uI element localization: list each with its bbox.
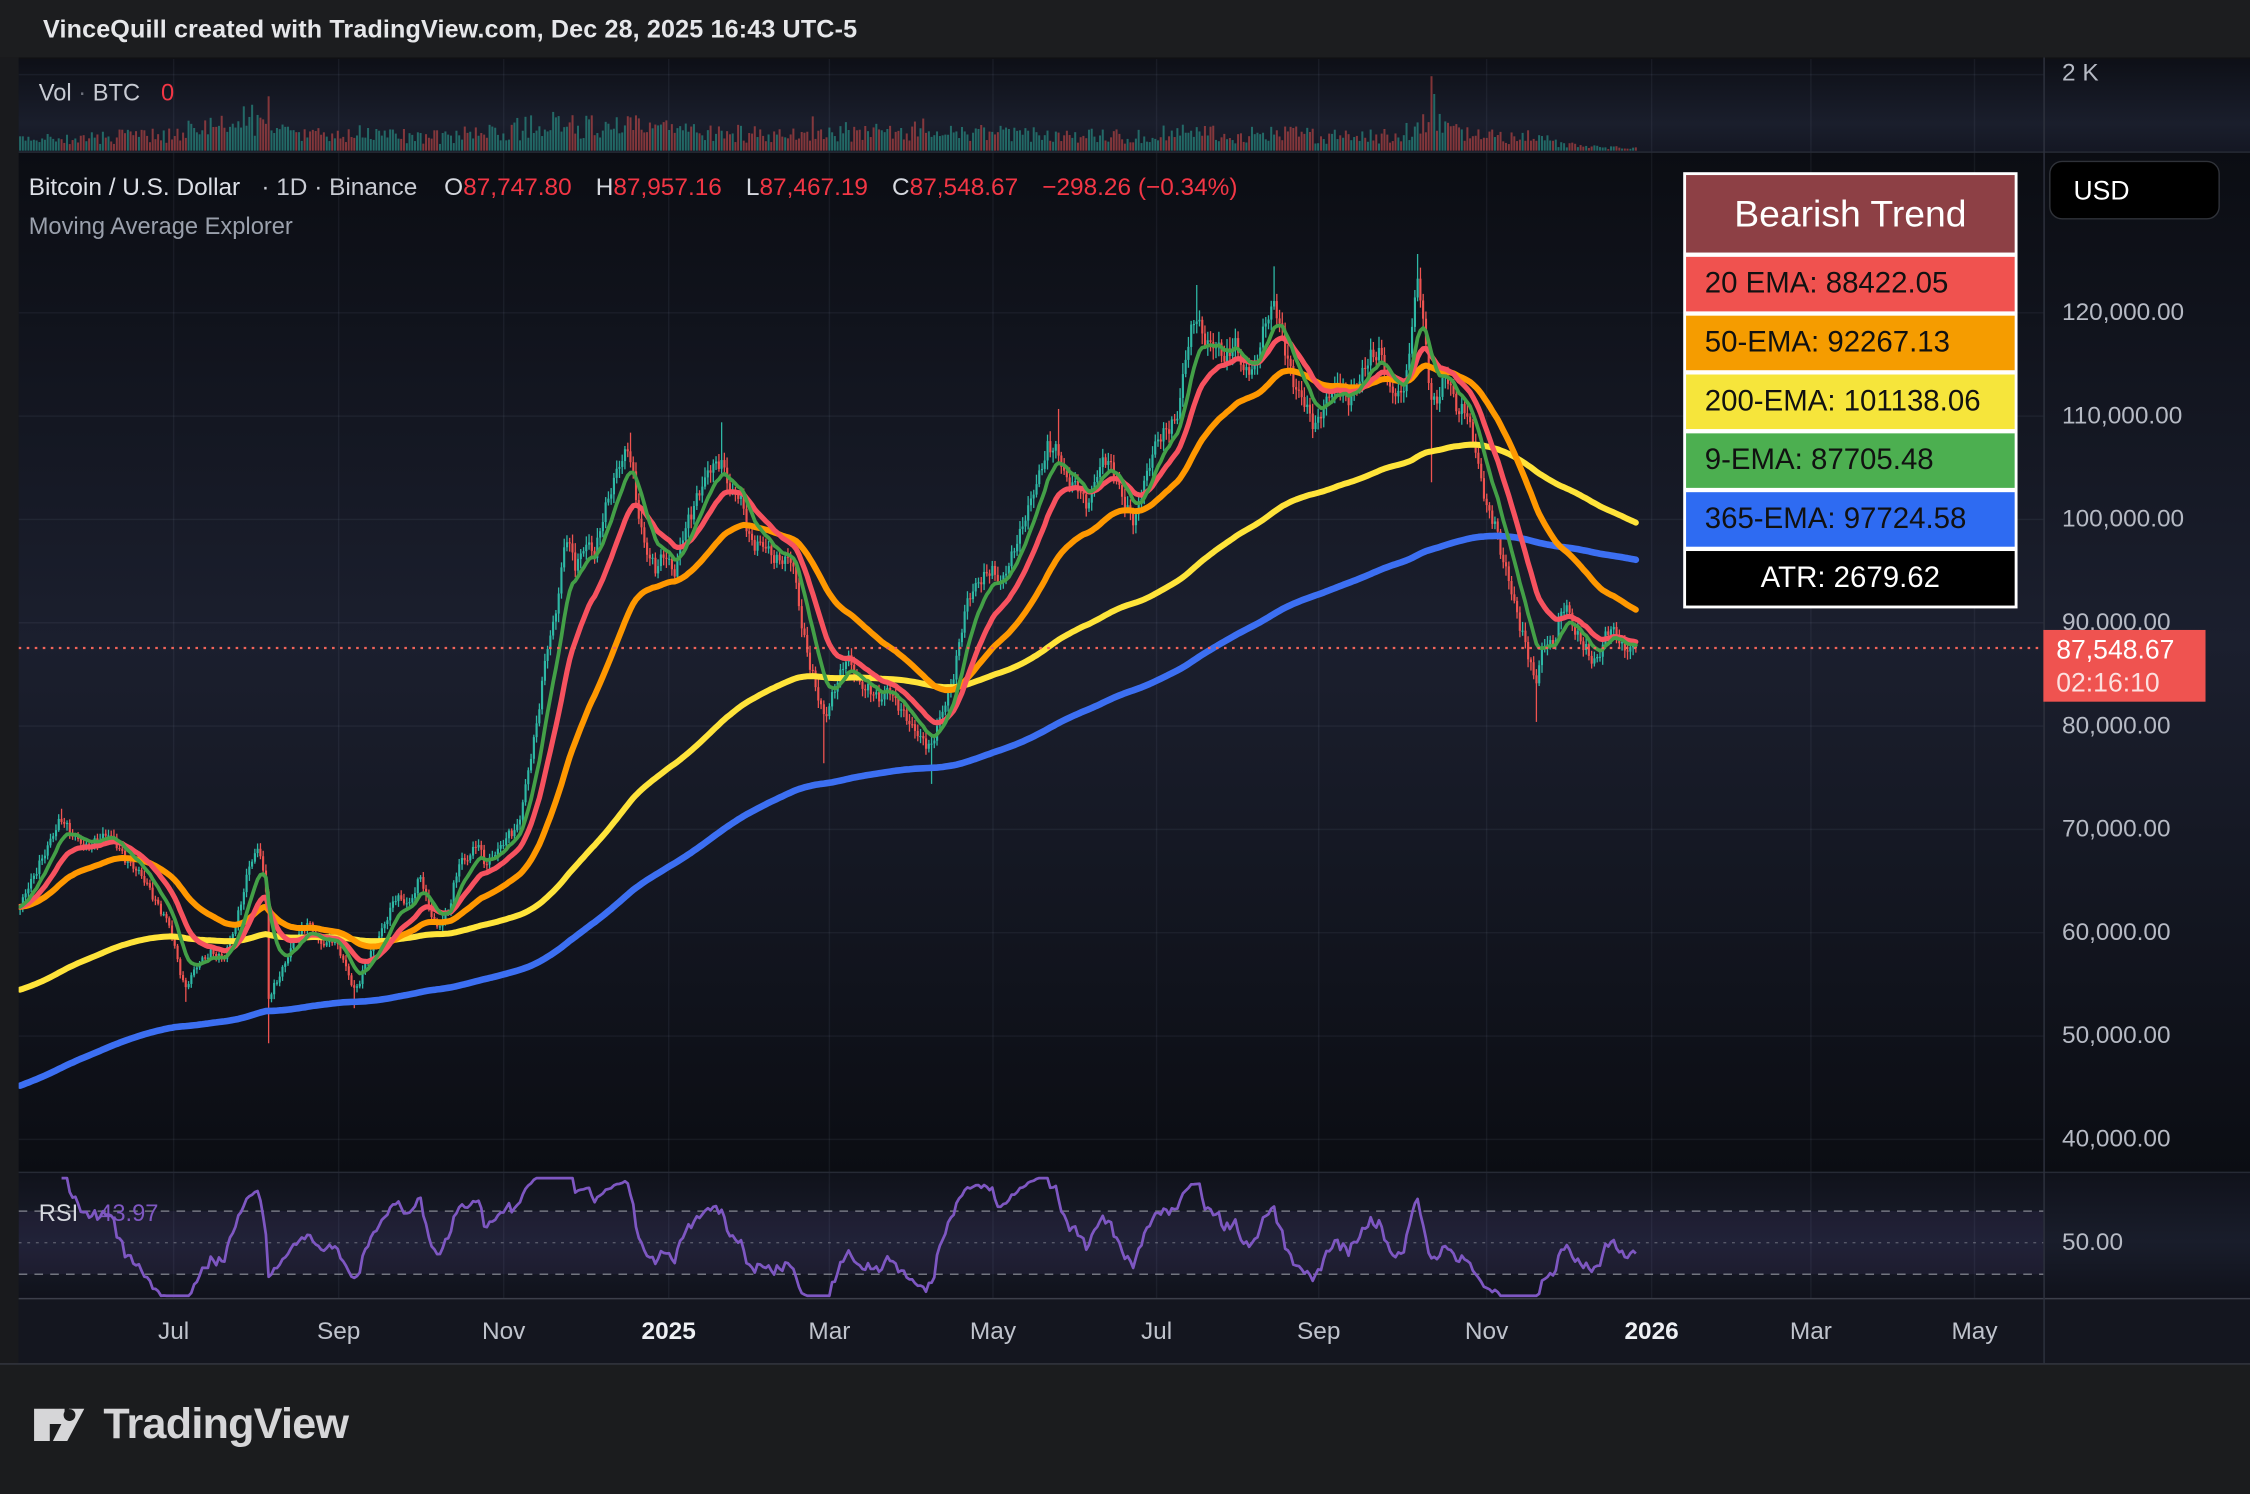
rsi-legend: RSI 43.97 xyxy=(39,1201,159,1228)
time-axis-label: May xyxy=(1951,1316,1997,1348)
time-axis-label: Sep xyxy=(1297,1316,1340,1348)
volume-symbol: BTC xyxy=(93,80,140,106)
time-axis-label: Nov xyxy=(482,1316,525,1348)
footer-bar: TradingView xyxy=(0,1363,2250,1494)
indicator-label: Moving Average Explorer xyxy=(29,214,293,241)
open-value: 87,747.80 xyxy=(463,174,572,201)
price-axis-label: 50,000.00 xyxy=(2062,1020,2171,1052)
trend-panel-row: 365-EMA: 97724.58 xyxy=(1686,492,2015,547)
time-axis-label: Mar xyxy=(808,1316,850,1348)
time-axis-label: Sep xyxy=(317,1316,360,1348)
symbol-name: Bitcoin / U.S. Dollar xyxy=(29,174,240,201)
last-price: 87,548.67 xyxy=(2056,633,2205,666)
price-axis-label: 100,000.00 xyxy=(2062,504,2184,536)
change-value: −298.26 (−0.34%) xyxy=(1042,174,1237,201)
low-value: 87,467.19 xyxy=(759,174,868,201)
time-axis-label: Nov xyxy=(1465,1316,1508,1348)
header-bar: VinceQuill created with TradingView.com,… xyxy=(0,0,2250,57)
currency-toggle-button[interactable]: USD xyxy=(2049,161,2220,220)
last-price-badge: 87,548.67 02:16:10 xyxy=(2043,630,2205,702)
symbol-legend: Bitcoin / U.S. Dollar · 1D · Binance O87… xyxy=(29,174,1255,203)
time-axis-label: 2026 xyxy=(1624,1316,1678,1348)
price-axis-label: 60,000.00 xyxy=(2062,917,2171,949)
symbol-details: · 1D · Binance xyxy=(261,174,417,201)
time-axis-label: 2025 xyxy=(642,1316,696,1348)
page-title: VinceQuill created with TradingView.com,… xyxy=(43,14,857,44)
trend-panel-row: ATR: 2679.62 xyxy=(1686,551,2015,606)
price-axis-label: 40,000.00 xyxy=(2062,1124,2171,1156)
tradingview-logo-icon xyxy=(29,1396,86,1453)
trend-panel-row: 20 EMA: 88422.05 xyxy=(1686,257,2015,312)
ma-explorer-panel: Bearish Trend 20 EMA: 88422.0550-EMA: 92… xyxy=(1683,172,2017,608)
trend-status-title: Bearish Trend xyxy=(1686,175,2015,252)
tradingview-logo-text: TradingView xyxy=(103,1401,348,1450)
volume-legend: Vol · BTC 0 xyxy=(39,80,174,107)
close-value: 87,548.67 xyxy=(910,174,1019,201)
price-axis-label: 120,000.00 xyxy=(2062,297,2184,329)
price-axis-label: 70,000.00 xyxy=(2062,814,2171,846)
trend-panel-row: 9-EMA: 87705.48 xyxy=(1686,433,2015,488)
time-axis-label: Jul xyxy=(158,1316,189,1348)
trend-panel-row: 50-EMA: 92267.13 xyxy=(1686,316,2015,371)
low-label: L xyxy=(746,174,760,201)
volume-value: 0 xyxy=(161,80,174,106)
left-margin xyxy=(0,57,19,1363)
time-axis-label: Mar xyxy=(1790,1316,1832,1348)
tradingview-logo: TradingView xyxy=(29,1396,349,1453)
rsi-value: 43.97 xyxy=(99,1201,158,1227)
price-axis-label: 80,000.00 xyxy=(2062,710,2171,742)
separator-dot: · xyxy=(78,80,86,106)
high-label: H xyxy=(596,174,614,201)
volume-label: Vol xyxy=(39,80,72,106)
bar-countdown: 02:16:10 xyxy=(2056,666,2205,699)
trend-panel-row: 200-EMA: 101138.06 xyxy=(1686,375,2015,430)
price-axis-label: 110,000.00 xyxy=(2062,400,2182,432)
open-label: O xyxy=(444,174,463,201)
time-axis-label: May xyxy=(970,1316,1016,1348)
time-axis-label: Jul xyxy=(1141,1316,1172,1348)
price-axis-separator xyxy=(2043,57,2044,1363)
high-value: 87,957.16 xyxy=(613,174,722,201)
tradingview-chart-window: VinceQuill created with TradingView.com,… xyxy=(0,0,2250,1492)
rsi-label: RSI xyxy=(39,1201,78,1227)
close-label: C xyxy=(892,174,910,201)
